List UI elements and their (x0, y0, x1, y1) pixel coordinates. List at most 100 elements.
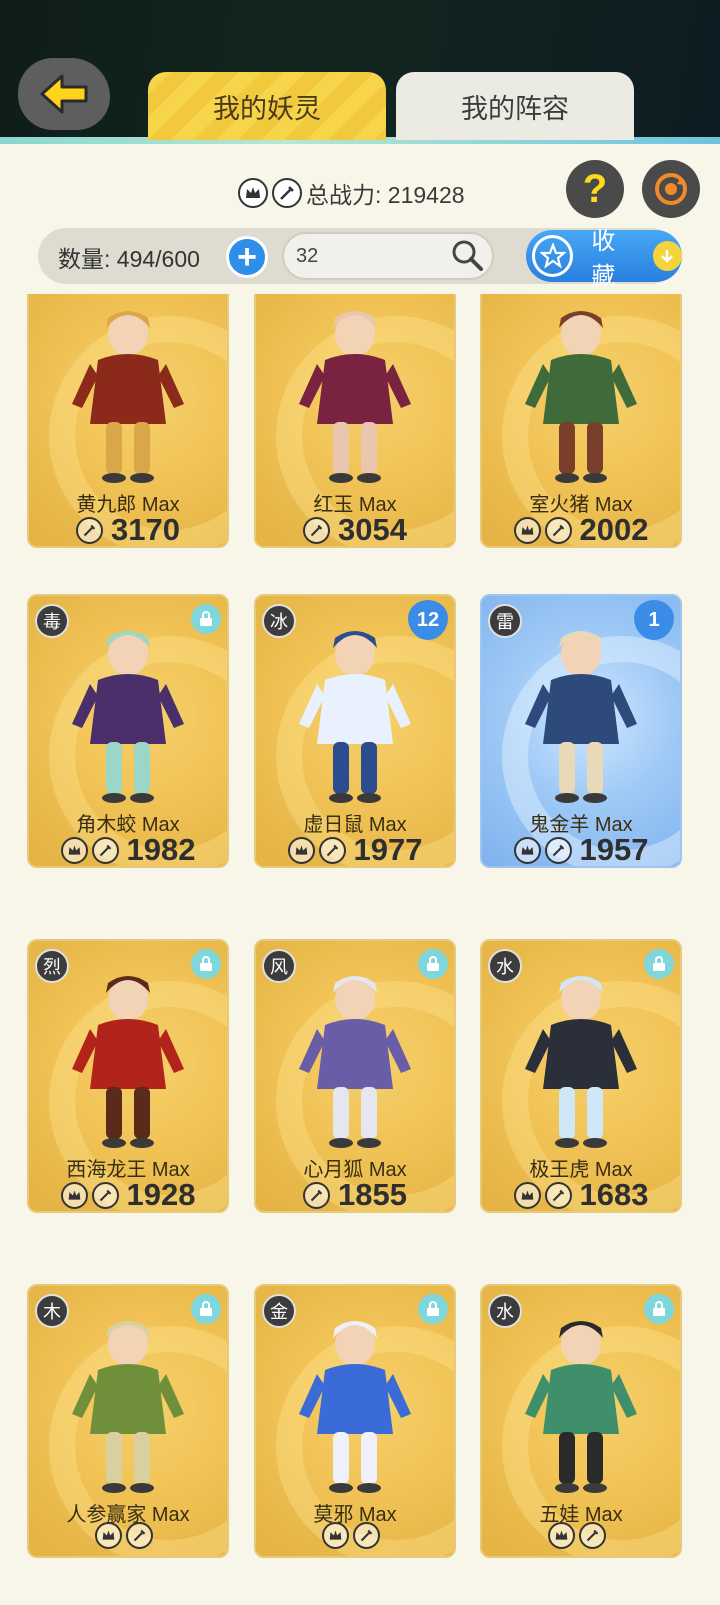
power-value: 1683 (579, 1177, 649, 1212)
element-badge: 风 (262, 949, 296, 983)
element-badge: 水 (488, 949, 522, 983)
lock-icon[interactable] (644, 949, 674, 979)
spirit-figure (525, 631, 637, 803)
crown-icon (322, 1522, 349, 1549)
power-value: 1982 (126, 832, 196, 867)
tab-my-lineup[interactable]: 我的阵容 (396, 72, 634, 140)
spirit-figure (72, 1321, 184, 1493)
power-value: 1928 (126, 1177, 196, 1212)
power-value: 3054 (338, 512, 407, 547)
power-value: 1977 (353, 832, 423, 867)
spirit-power: 3054 (256, 512, 454, 547)
sword-icon (303, 1181, 331, 1209)
element-badge: 木 (35, 1294, 69, 1328)
spirit-power: 3170 (29, 512, 227, 547)
sword-icon (303, 516, 331, 544)
search-icon[interactable] (450, 238, 484, 272)
add-capacity-button[interactable]: + (226, 236, 268, 278)
back-button[interactable] (18, 58, 110, 130)
element-badge: 冰 (262, 604, 296, 638)
lock-icon[interactable] (418, 1294, 448, 1324)
element-badge: 雷 (488, 604, 522, 638)
spirit-card[interactable]: 金莫邪 Max (254, 1284, 456, 1558)
crown-icon (60, 1181, 88, 1209)
crown-icon (60, 836, 88, 864)
tab-my-spirits[interactable]: 我的妖灵 (148, 72, 386, 140)
element-badge: 烈 (35, 949, 69, 983)
crown-icon (548, 1522, 575, 1549)
spirit-power: 1977 (256, 832, 454, 867)
crown-icon (513, 836, 541, 864)
spirit-figure (72, 631, 184, 803)
lock-icon[interactable] (644, 1294, 674, 1324)
sword-icon (318, 836, 346, 864)
spirit-card[interactable]: 毒角木蛟 Max 1982 (27, 594, 229, 868)
level-badge: 1 (634, 600, 674, 640)
help-button[interactable]: ? (566, 160, 624, 218)
sword-icon (544, 1181, 572, 1209)
total-power: 总战力: 219428 (238, 175, 465, 211)
spirit-figure (299, 976, 411, 1148)
spirit-power: 1928 (29, 1177, 227, 1212)
sword-icon (579, 1522, 606, 1549)
spirit-card[interactable]: 风心月狐 Max 1855 (254, 939, 456, 1213)
spirit-card[interactable]: 木人参赢家 Max (27, 1284, 229, 1558)
lock-icon[interactable] (191, 1294, 221, 1324)
favorite-label: 收藏 (591, 228, 616, 290)
chevron-down-icon (652, 241, 682, 271)
sword-icon (272, 178, 302, 208)
crown-icon (95, 1522, 122, 1549)
sword-icon (353, 1522, 380, 1549)
lock-icon[interactable] (191, 949, 221, 979)
spirit-card[interactable]: 红玉 Max 3054 (254, 294, 456, 548)
back-arrow-icon (40, 74, 88, 114)
spirit-card[interactable]: 烈西海龙王 Max 1928 (27, 939, 229, 1213)
crown-icon (238, 178, 268, 208)
spirit-figure (525, 976, 637, 1148)
spirit-power: 1855 (256, 1177, 454, 1212)
sword-icon (544, 516, 572, 544)
spirit-card[interactable]: 黄九郎 Max 3170 (27, 294, 229, 548)
power-value: 1855 (338, 1177, 407, 1212)
favorite-filter-button[interactable]: 收藏 (526, 228, 682, 290)
spirit-power (29, 1522, 227, 1549)
spirit-grid: 黄九郎 Max 3170 红玉 Max 3054 室火猪 Max 2002 毒角木蛟 Max… (27, 294, 693, 1605)
spirit-power: 1957 (482, 832, 680, 867)
element-badge: 水 (488, 1294, 522, 1328)
sword-icon (544, 836, 572, 864)
spirit-card[interactable]: 冰 12 虚日鼠 Max 1977 (254, 594, 456, 868)
element-badge: 毒 (35, 604, 69, 638)
spirit-card[interactable]: 室火猪 Max 2002 (480, 294, 682, 548)
power-value: 2002 (579, 512, 649, 547)
element-badge: 金 (262, 1294, 296, 1328)
spirit-card[interactable]: 水极王虎 Max 1683 (480, 939, 682, 1213)
power-value: 1957 (579, 832, 649, 867)
spirit-figure (72, 311, 184, 483)
spirit-figure (525, 1321, 637, 1493)
crown-icon (513, 516, 541, 544)
spirit-figure (299, 631, 411, 803)
spirit-card[interactable]: 雷 1 鬼金羊 Max 1957 (480, 594, 682, 868)
spirit-card[interactable]: 水五娃 Max (480, 1284, 682, 1558)
spirit-figure (72, 976, 184, 1148)
lock-icon[interactable] (191, 604, 221, 634)
power-value: 3170 (111, 512, 180, 547)
spirit-power (482, 1522, 680, 1549)
spirit-power: 1982 (29, 832, 227, 867)
level-badge: 12 (408, 600, 448, 640)
sort-toggle-button[interactable] (642, 160, 700, 218)
spirit-figure (525, 311, 637, 483)
lock-icon[interactable] (418, 949, 448, 979)
spirit-figure (299, 311, 411, 483)
total-power-label: 总战力: 219428 (306, 182, 465, 208)
sword-icon (126, 1522, 153, 1549)
refresh-icon (655, 173, 687, 205)
sword-icon (76, 516, 104, 544)
sword-icon (91, 836, 119, 864)
crown-icon (513, 1181, 541, 1209)
spirit-power: 1683 (482, 1177, 680, 1212)
star-icon (532, 235, 574, 277)
crown-icon (287, 836, 315, 864)
spirit-power: 2002 (482, 512, 680, 547)
sword-icon (91, 1181, 119, 1209)
